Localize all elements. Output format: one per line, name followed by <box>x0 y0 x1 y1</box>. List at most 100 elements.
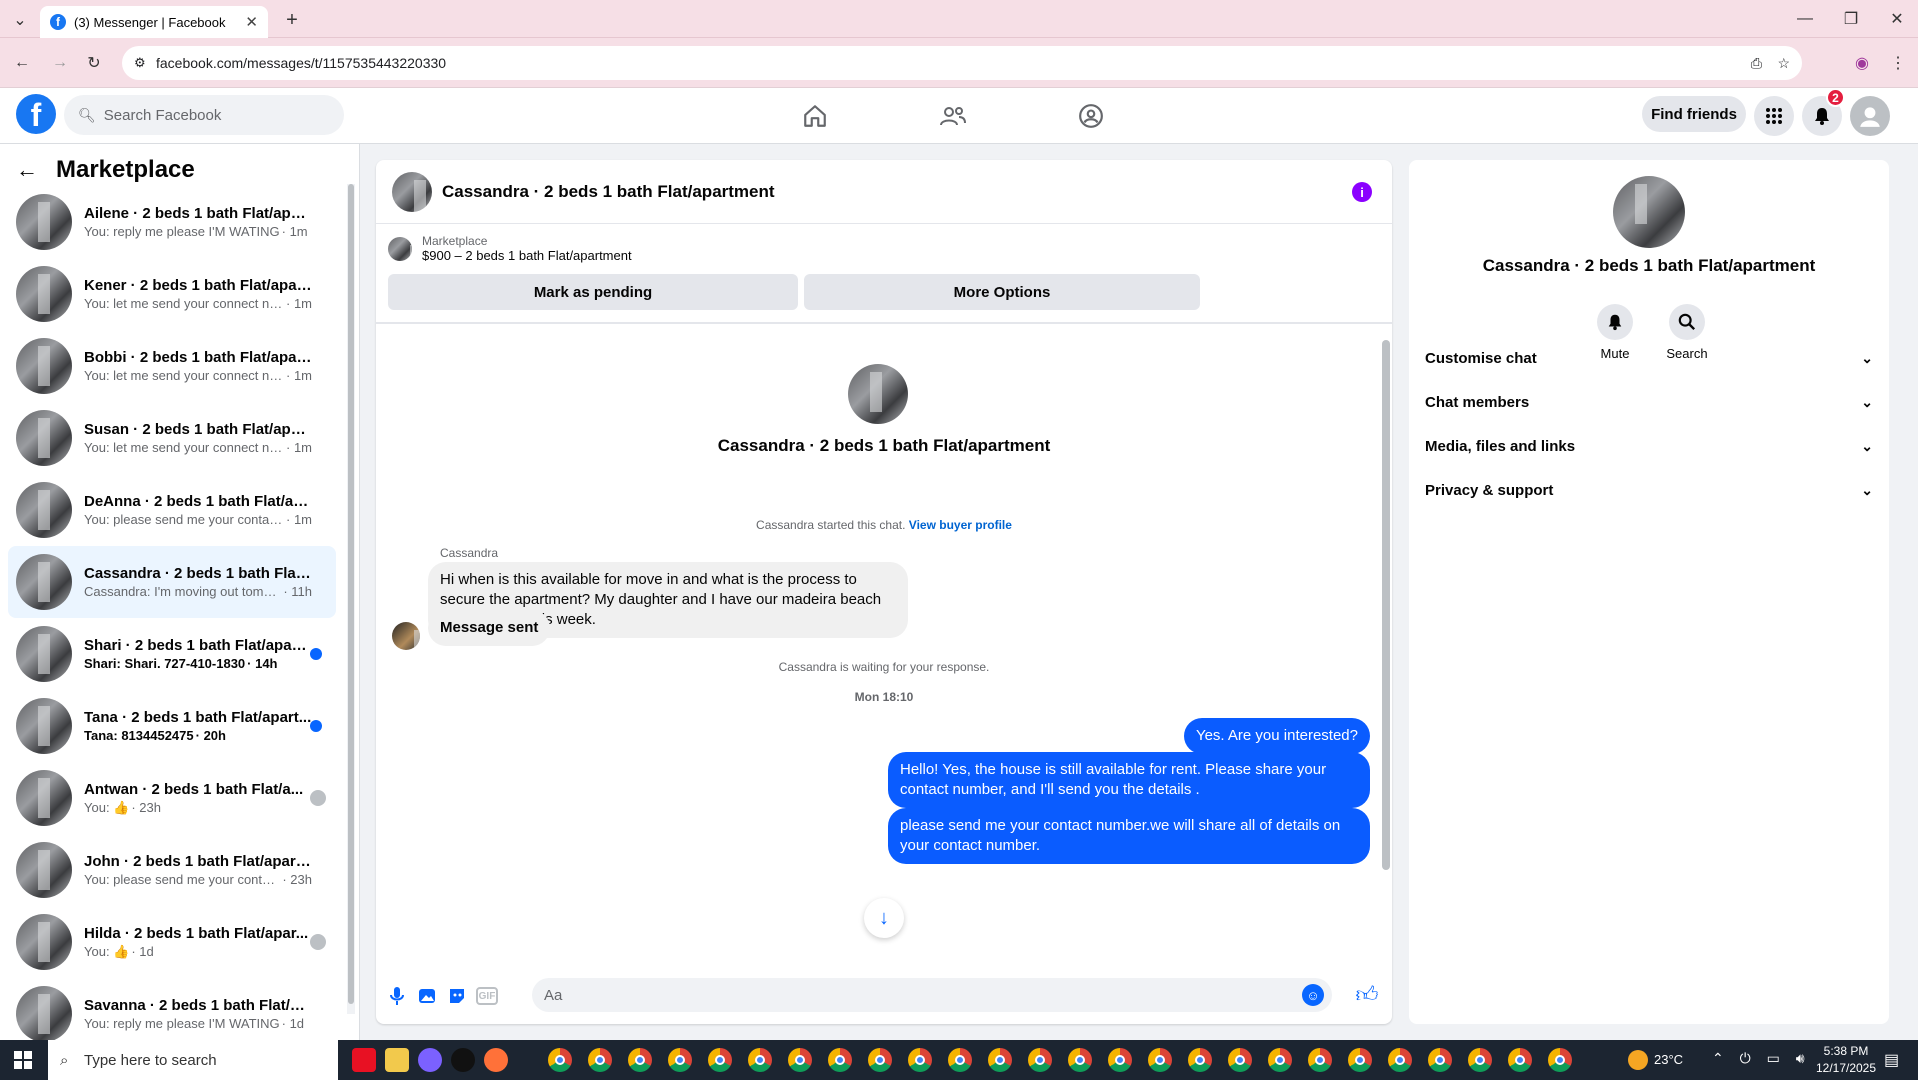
taskbar-app-icon[interactable] <box>418 1048 442 1072</box>
back-arrow-icon[interactable]: ← <box>16 157 38 183</box>
sticker-icon[interactable] <box>446 985 468 1007</box>
chrome-window-icon[interactable] <box>1148 1048 1172 1072</box>
message-input[interactable]: Aa ☺ <box>532 978 1332 1012</box>
conversation-item[interactable]: Hilda · 2 beds 1 bath Flat/apar... You: 👍… <box>8 906 336 978</box>
taskbar-search-input[interactable]: ⌕ Type here to search <box>48 1040 338 1080</box>
facebook-search-input[interactable]: 🔍︎ Search Facebook <box>64 95 344 135</box>
conversation-item[interactable]: John · 2 beds 1 bath Flat/apartm... You: … <box>8 834 336 906</box>
conversation-item[interactable]: Bobbi · 2 beds 1 bath Flat/apart... You: … <box>8 330 336 402</box>
windows-start-icon[interactable] <box>14 1051 32 1069</box>
chrome-window-icon[interactable] <box>1548 1048 1572 1072</box>
minimize-icon[interactable]: — <box>1790 6 1820 32</box>
info-icon[interactable]: i <box>1352 182 1372 202</box>
conversation-item[interactable]: DeAnna · 2 beds 1 bath Flat/apa... You: p… <box>8 474 336 546</box>
account-avatar[interactable] <box>1850 96 1890 136</box>
forward-icon[interactable]: → <box>48 51 72 75</box>
menu-grid-icon[interactable] <box>1754 96 1794 136</box>
home-nav-icon[interactable] <box>795 98 835 134</box>
conversation-item[interactable]: Cassandra · 2 beds 1 bath Flat/a... Cassa… <box>8 546 336 618</box>
chat-members-section[interactable]: Chat members ⌄ <box>1425 384 1873 420</box>
thread-scroll-thumb[interactable] <box>1382 340 1390 870</box>
chrome-window-icon[interactable] <box>788 1048 812 1072</box>
chrome-window-icon[interactable] <box>588 1048 612 1072</box>
window-close-icon[interactable]: ✕ <box>1882 6 1912 32</box>
system-tray-icons[interactable]: ⌃ ⏻ ▭ 🔊︎ <box>1712 1050 1811 1067</box>
taskbar-app-icon[interactable] <box>385 1048 409 1072</box>
chrome-window-icon[interactable] <box>988 1048 1012 1072</box>
chrome-window-icon[interactable] <box>908 1048 932 1072</box>
conversation-item[interactable]: Tana · 2 beds 1 bath Flat/apart... Tana: … <box>8 690 336 762</box>
friends-nav-icon[interactable] <box>933 98 973 134</box>
view-buyer-profile-link[interactable]: View buyer profile <box>909 518 1012 532</box>
taskbar-app-icon[interactable] <box>352 1048 376 1072</box>
chrome-window-icon[interactable] <box>1108 1048 1132 1072</box>
site-info-icon[interactable]: ⚙ <box>134 55 146 71</box>
sidebar-scrollbar[interactable] <box>347 184 355 1014</box>
chrome-window-icon[interactable] <box>868 1048 892 1072</box>
menu-kebab-icon[interactable]: ⋮ <box>1886 51 1910 75</box>
tab-list-icon[interactable]: ⌄ <box>8 8 32 32</box>
bookmark-star-icon[interactable]: ☆ <box>1777 55 1790 72</box>
privacy-support-section[interactable]: Privacy & support ⌄ <box>1425 472 1873 508</box>
new-tab-icon[interactable]: + <box>280 8 304 32</box>
conversation-item[interactable]: Shari · 2 beds 1 bath Flat/apart... Shari… <box>8 618 336 690</box>
temperature[interactable]: 23°C <box>1654 1052 1683 1067</box>
chrome-window-icon[interactable] <box>748 1048 772 1072</box>
chrome-window-icon[interactable] <box>1228 1048 1252 1072</box>
chat-header-avatar[interactable] <box>392 171 432 212</box>
weather-icon[interactable] <box>1628 1050 1648 1070</box>
chrome-window-icon[interactable] <box>1028 1048 1052 1072</box>
contact-large-avatar[interactable] <box>848 364 908 424</box>
outgoing-message[interactable]: Yes. Are you interested? <box>1183 718 1370 754</box>
media-files-links-section[interactable]: Media, files and links ⌄ <box>1425 428 1873 464</box>
chrome-window-icon[interactable] <box>1388 1048 1412 1072</box>
clock-date[interactable]: 12/17/2025 <box>1806 1061 1886 1075</box>
chat-header-title[interactable]: Cassandra · 2 beds 1 bath Flat/apartment <box>442 182 775 202</box>
chrome-window-icon[interactable] <box>1188 1048 1212 1072</box>
thread-scrollbar[interactable] <box>1378 324 1392 964</box>
chrome-window-icon[interactable] <box>1308 1048 1332 1072</box>
browser-tab[interactable]: f (3) Messenger | Facebook ✕ <box>40 6 268 38</box>
tab-close-icon[interactable]: ✕ <box>245 13 258 31</box>
restore-icon[interactable]: ❐ <box>1836 6 1866 32</box>
details-avatar[interactable] <box>1613 176 1685 248</box>
url-field[interactable]: ⚙ facebook.com/messages/t/11575354432203… <box>122 46 1802 80</box>
marketplace-listing[interactable]: Marketplace $900 – 2 beds 1 bath Flat/ap… <box>388 234 632 263</box>
scroll-to-bottom-icon[interactable]: ↓ <box>864 898 904 938</box>
chrome-window-icon[interactable] <box>628 1048 652 1072</box>
back-icon[interactable]: ← <box>10 51 34 75</box>
conversation-item[interactable]: Susan · 2 beds 1 bath Flat/apart... You: … <box>8 402 336 474</box>
taskbar-app-icon[interactable] <box>484 1048 508 1072</box>
chrome-window-icon[interactable] <box>1468 1048 1492 1072</box>
sidebar-scroll-thumb[interactable] <box>348 184 354 1004</box>
conversation-item[interactable]: Savanna · 2 beds 1 bath Flat/apa... You: … <box>8 978 336 1040</box>
chrome-window-icon[interactable] <box>668 1048 692 1072</box>
thumbs-up-icon[interactable]: 👍︎ <box>1356 982 1379 1007</box>
chrome-window-icon[interactable] <box>548 1048 572 1072</box>
outgoing-message[interactable]: please send me your contact number.we wi… <box>888 808 1370 864</box>
facebook-logo-icon[interactable]: f <box>16 94 56 134</box>
conversation-item[interactable]: Antwan · 2 beds 1 bath Flat/a... You: 👍 · … <box>8 762 336 834</box>
mark-as-pending-button[interactable]: Mark as pending <box>388 274 798 310</box>
find-friends-button[interactable]: Find friends <box>1642 96 1746 132</box>
outgoing-message[interactable]: Hello! Yes, the house is still available… <box>888 752 1370 808</box>
incoming-message[interactable]: Message sent <box>428 610 551 646</box>
chrome-window-icon[interactable] <box>828 1048 852 1072</box>
notification-center-icon[interactable]: ▤ <box>1884 1050 1899 1070</box>
profile-icon[interactable]: ◉ <box>1850 51 1874 75</box>
taskbar-app-icon[interactable] <box>451 1048 475 1072</box>
conversation-item[interactable]: Ailene · 2 beds 1 bath Flat/apart... You:… <box>8 186 336 258</box>
groups-nav-icon[interactable] <box>1071 98 1111 134</box>
emoji-icon[interactable]: ☺ <box>1302 984 1324 1006</box>
clock-time[interactable]: 5:38 PM <box>1816 1044 1876 1058</box>
microphone-icon[interactable] <box>386 985 408 1007</box>
chrome-window-icon[interactable] <box>1348 1048 1372 1072</box>
sender-avatar[interactable] <box>392 622 420 650</box>
more-options-button[interactable]: More Options <box>804 274 1200 310</box>
chrome-window-icon[interactable] <box>1508 1048 1532 1072</box>
chrome-window-icon[interactable] <box>948 1048 972 1072</box>
customise-chat-section[interactable]: Customise chat ⌄ <box>1425 340 1873 376</box>
chrome-window-icon[interactable] <box>1428 1048 1452 1072</box>
photo-icon[interactable] <box>416 985 438 1007</box>
chrome-window-icon[interactable] <box>708 1048 732 1072</box>
